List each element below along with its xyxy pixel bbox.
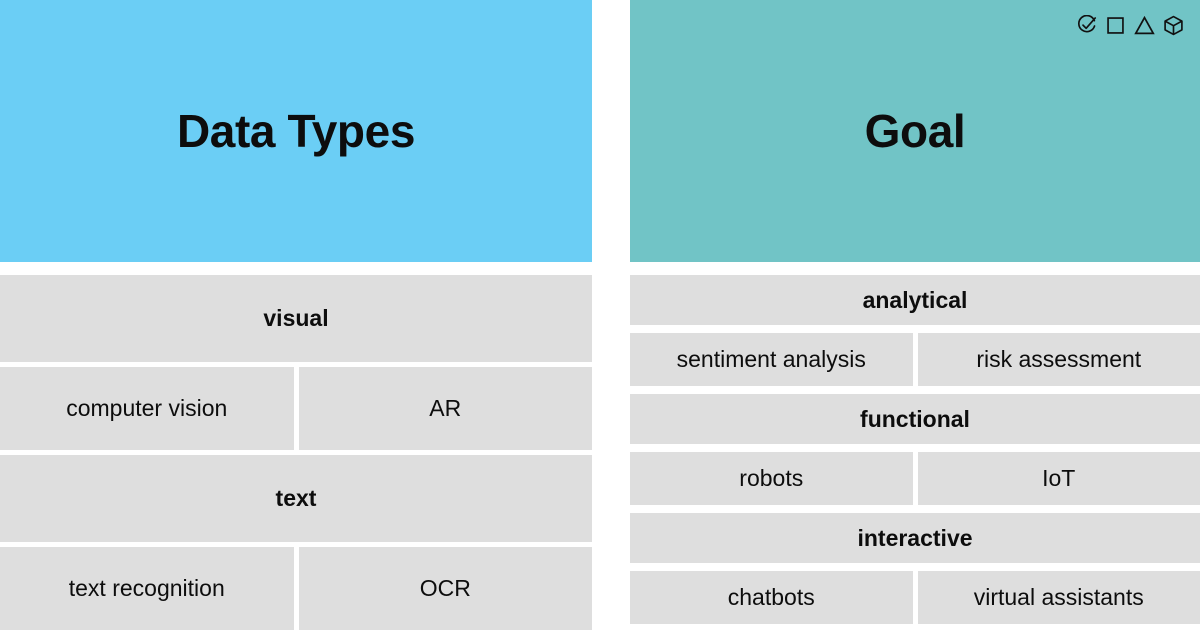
item-cell[interactable]: robots <box>630 452 913 505</box>
category-row-functional[interactable]: functional <box>630 394 1200 444</box>
column-body-data-types: visual computer vision AR text text reco… <box>0 262 592 630</box>
column-spacer <box>592 0 610 630</box>
item-cell[interactable]: OCR <box>298 547 592 630</box>
category-row-interactive[interactable]: interactive <box>630 513 1200 563</box>
row-spacer <box>630 325 1200 333</box>
page-title-goal: Goal <box>864 105 966 157</box>
item-cell[interactable]: IoT <box>917 452 1200 505</box>
check-circle-icon[interactable] <box>1075 14 1097 36</box>
item-cell[interactable]: chatbots <box>630 571 913 624</box>
item-label: chatbots <box>727 584 815 610</box>
column-data-types: Data Types visual computer vision AR tex… <box>0 0 592 630</box>
item-row-text: text recognition OCR <box>0 547 592 630</box>
category-label: functional <box>860 405 970 432</box>
item-row-analytical: sentiment analysis risk assessment <box>630 333 1200 386</box>
column-goal: Goal analytical sentiment analysis risk … <box>610 0 1200 630</box>
item-cell[interactable]: computer vision <box>0 367 294 450</box>
item-label: sentiment analysis <box>676 346 866 372</box>
cube-icon[interactable] <box>1162 14 1184 36</box>
row-spacer <box>630 505 1200 513</box>
item-row-visual: computer vision AR <box>0 367 592 450</box>
row-spacer <box>630 444 1200 452</box>
triangle-icon[interactable] <box>1133 14 1155 36</box>
column-header-data-types: Data Types <box>0 0 592 262</box>
column-header-goal: Goal <box>630 0 1200 262</box>
comparison-board: Data Types visual computer vision AR tex… <box>0 0 1200 630</box>
row-spacer <box>630 563 1200 571</box>
header-icon-group <box>1075 14 1184 36</box>
item-cell[interactable]: AR <box>298 367 592 450</box>
category-label: text <box>275 485 317 512</box>
page-title-data-types: Data Types <box>176 105 416 157</box>
category-label: interactive <box>857 524 973 551</box>
item-label: OCR <box>419 575 471 602</box>
item-label: computer vision <box>66 395 228 422</box>
category-row-analytical[interactable]: analytical <box>630 275 1200 325</box>
item-label: text recognition <box>68 575 225 602</box>
category-label: visual <box>263 305 329 332</box>
item-cell[interactable]: sentiment analysis <box>630 333 913 386</box>
category-row-visual[interactable]: visual <box>0 275 592 363</box>
item-label: IoT <box>1042 465 1076 491</box>
item-label: virtual assistants <box>973 584 1144 610</box>
item-label: robots <box>739 465 804 491</box>
item-cell[interactable]: text recognition <box>0 547 294 630</box>
item-row-interactive: chatbots virtual assistants <box>630 571 1200 624</box>
column-body-goal: analytical sentiment analysis risk asses… <box>630 262 1200 630</box>
item-label: risk assessment <box>976 346 1142 372</box>
row-spacer <box>630 386 1200 394</box>
category-label: analytical <box>862 286 968 313</box>
square-icon[interactable] <box>1104 14 1126 36</box>
category-row-text[interactable]: text <box>0 455 592 543</box>
item-cell[interactable]: risk assessment <box>917 333 1200 386</box>
item-label: AR <box>429 395 462 422</box>
item-cell[interactable]: virtual assistants <box>917 571 1200 624</box>
item-row-functional: robots IoT <box>630 452 1200 505</box>
